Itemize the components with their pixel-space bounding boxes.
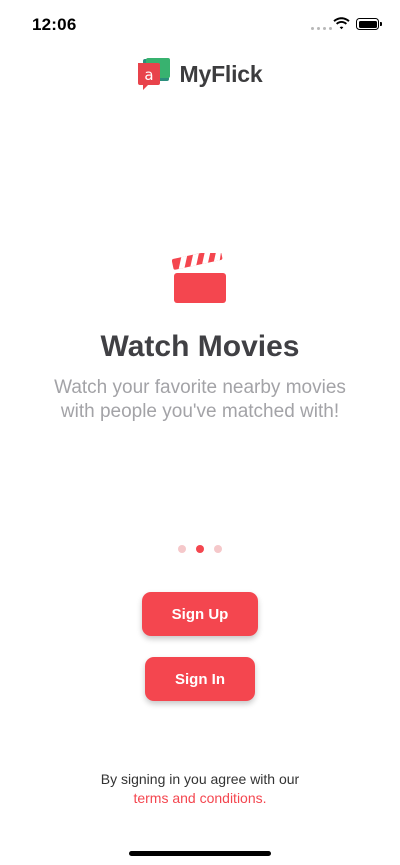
sign-in-button[interactable]: Sign In — [145, 657, 255, 701]
signal-dots-icon — [311, 27, 332, 30]
wifi-icon — [333, 17, 350, 30]
logo-letter: a — [144, 66, 153, 84]
clapperboard-icon — [172, 253, 226, 303]
sign-up-button[interactable]: Sign Up — [142, 592, 258, 636]
home-indicator[interactable] — [129, 851, 271, 856]
slide-title: Watch Movies — [100, 330, 300, 363]
slide-subtitle: Watch your favorite nearby movies with p… — [54, 377, 346, 422]
status-bar: 12:06 — [0, 0, 400, 50]
myflick-logo-icon: a — [137, 58, 170, 90]
legal-text: By signing in you agree with our — [100, 771, 300, 787]
welcome-screen: 12:06 a MyFlick Watch Movies Watch your … — [0, 0, 400, 865]
page-dot[interactable] — [214, 545, 222, 553]
page-dot[interactable] — [178, 545, 186, 553]
legal-notice: By signing in you agree with our terms a… — [0, 770, 400, 808]
battery-icon — [356, 18, 379, 30]
app-name: MyFlick — [179, 60, 263, 87]
page-indicator[interactable] — [0, 545, 400, 553]
app-brand: a MyFlick — [0, 58, 400, 90]
battery-cap — [380, 22, 382, 26]
page-dot-active[interactable] — [196, 545, 204, 553]
terms-link[interactable]: terms and conditions. — [133, 789, 266, 808]
status-time: 12:06 — [32, 15, 77, 34]
